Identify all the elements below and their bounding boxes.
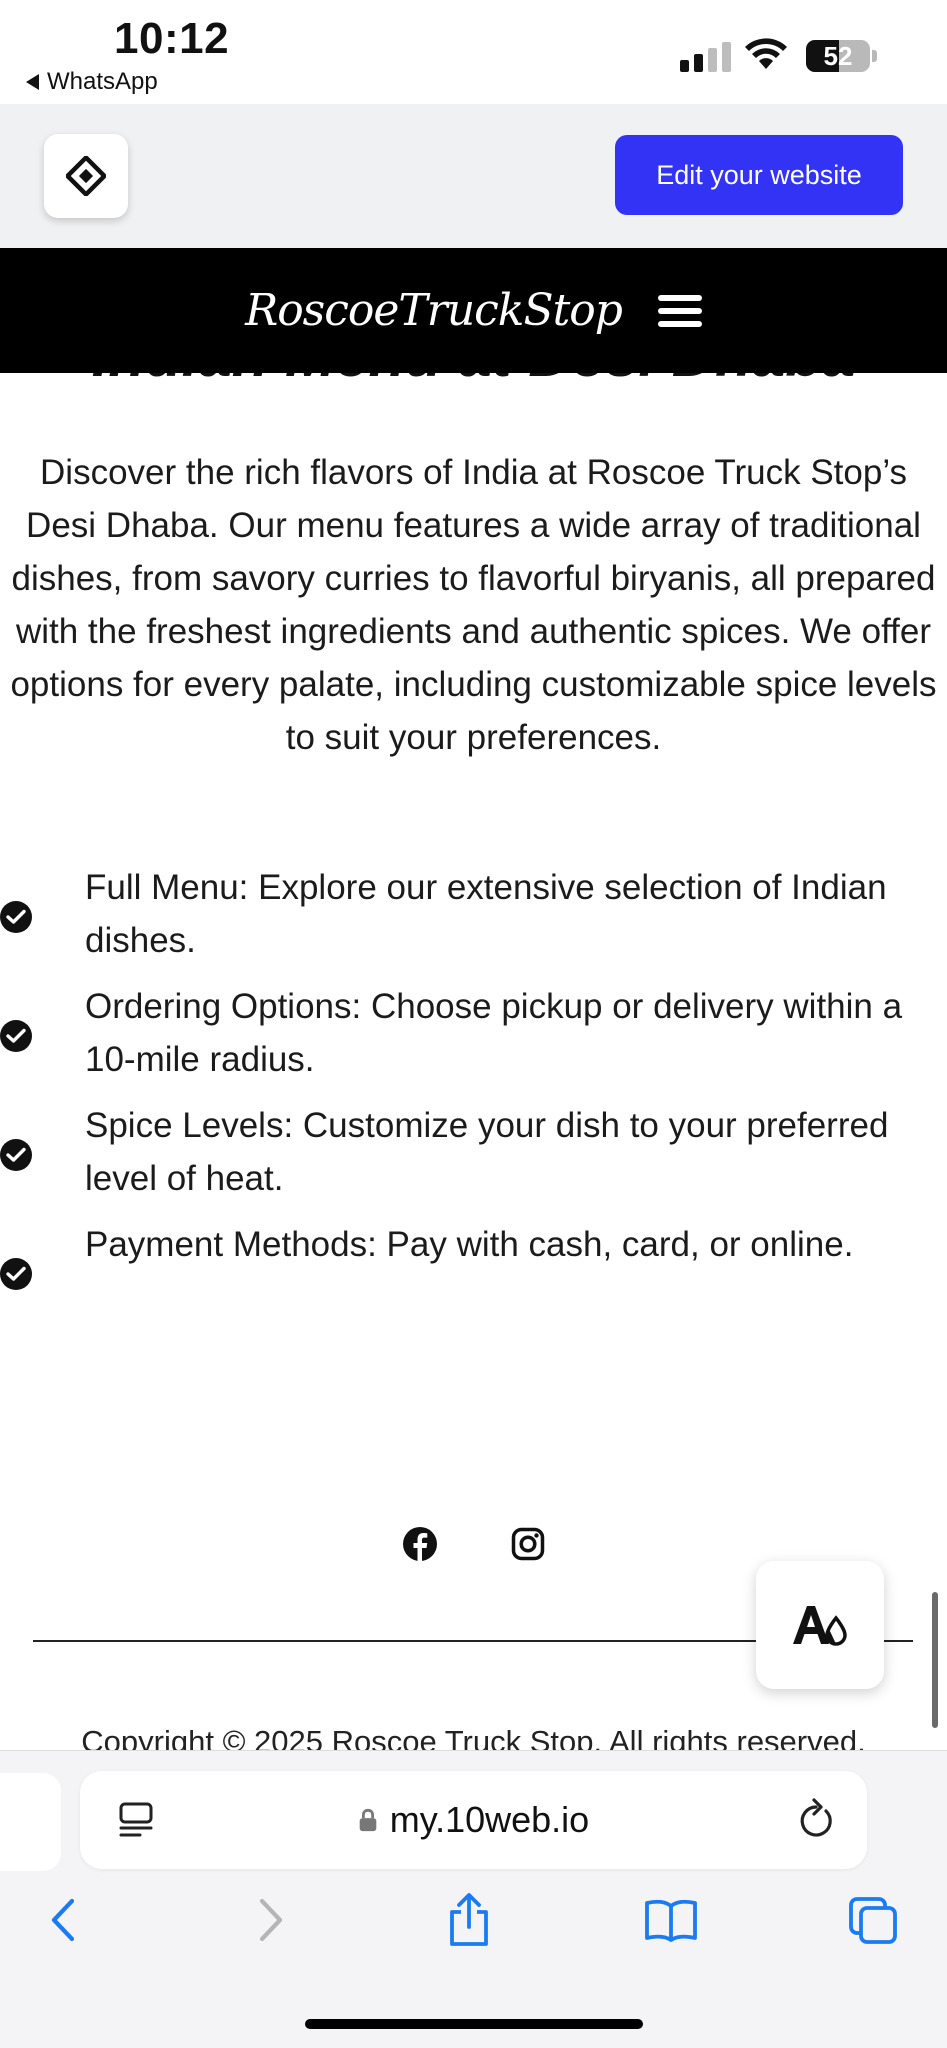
feature-item: Spice Levels: Customize your dish to you… xyxy=(0,1099,947,1218)
feature-text: Spice Levels: Customize your dish to you… xyxy=(85,1106,889,1198)
forward-arrow-icon[interactable] xyxy=(236,1885,306,1955)
edit-website-button[interactable]: Edit your website xyxy=(615,135,903,215)
copyright-clip: Copyright © 2025 Roscoe Truck Stop. All … xyxy=(0,1724,947,1752)
diamond-logo-icon xyxy=(66,156,106,196)
back-to-app-link[interactable]: WhatsApp xyxy=(26,68,158,96)
battery-icon: 52 xyxy=(806,40,870,72)
intro-paragraph: Discover the rich flavors of India at Ro… xyxy=(10,453,937,757)
browser-toolbar xyxy=(0,1885,947,2005)
editor-logo-button[interactable] xyxy=(44,134,128,218)
check-circle-icon xyxy=(0,901,32,933)
status-time: 10:12 xyxy=(114,14,230,63)
wifi-icon xyxy=(745,38,787,69)
copyright-text: Copyright © 2025 Roscoe Truck Stop. All … xyxy=(81,1724,866,1752)
share-icon[interactable] xyxy=(434,1885,504,1955)
instagram-icon[interactable] xyxy=(508,1524,548,1564)
feature-list: Full Menu: Explore our extensive selecti… xyxy=(0,861,947,1337)
site-header: RoscoeTruckStop xyxy=(0,248,947,373)
feature-item: Full Menu: Explore our extensive selecti… xyxy=(0,861,947,980)
page-scrollbar[interactable] xyxy=(932,1592,938,1728)
page-heading: Indian Menu at Desi Dhaba xyxy=(0,373,947,383)
back-app-label: WhatsApp xyxy=(47,68,158,95)
accessibility-button[interactable] xyxy=(756,1561,884,1689)
check-circle-icon xyxy=(0,1258,32,1290)
url-text: my.10web.io xyxy=(389,1799,590,1840)
battery-level: 52 xyxy=(823,41,853,71)
feature-text: Ordering Options: Choose pickup or deliv… xyxy=(85,987,903,1079)
back-arrow-icon[interactable] xyxy=(28,1885,98,1955)
battery-tip xyxy=(872,50,877,62)
check-circle-icon xyxy=(0,1139,32,1171)
browser-chrome: my.10web.io xyxy=(0,1750,947,2048)
bookmarks-icon[interactable] xyxy=(636,1885,706,1955)
feature-text: Payment Methods: Pay with cash, card, or… xyxy=(85,1225,854,1264)
status-bar: 10:12 WhatsApp 52 xyxy=(0,0,947,104)
previous-tab-card[interactable] xyxy=(0,1773,61,1871)
page-heading-clip: Indian Menu at Desi Dhaba xyxy=(0,373,947,383)
facebook-icon[interactable] xyxy=(400,1524,440,1564)
feature-item: Payment Methods: Pay with cash, card, or… xyxy=(0,1218,947,1337)
back-triangle-icon xyxy=(26,74,39,90)
reload-icon[interactable] xyxy=(796,1797,836,1841)
cellular-signal-icon xyxy=(680,42,731,72)
site-brand[interactable]: RoscoeTruckStop xyxy=(245,285,623,336)
url-display[interactable]: my.10web.io xyxy=(80,1771,867,1869)
lock-icon xyxy=(359,1808,377,1832)
hamburger-menu-icon[interactable] xyxy=(657,294,702,327)
home-indicator[interactable] xyxy=(305,2019,643,2029)
check-circle-icon xyxy=(0,1020,32,1052)
social-links xyxy=(400,1524,548,1564)
address-bar[interactable]: my.10web.io xyxy=(80,1771,867,1869)
tabs-icon[interactable] xyxy=(838,1885,908,1955)
editor-bar: Edit your website xyxy=(0,104,947,248)
accessibility-icon xyxy=(793,1606,847,1646)
feature-text: Full Menu: Explore our extensive selecti… xyxy=(85,868,887,960)
feature-item: Ordering Options: Choose pickup or deliv… xyxy=(0,980,947,1099)
